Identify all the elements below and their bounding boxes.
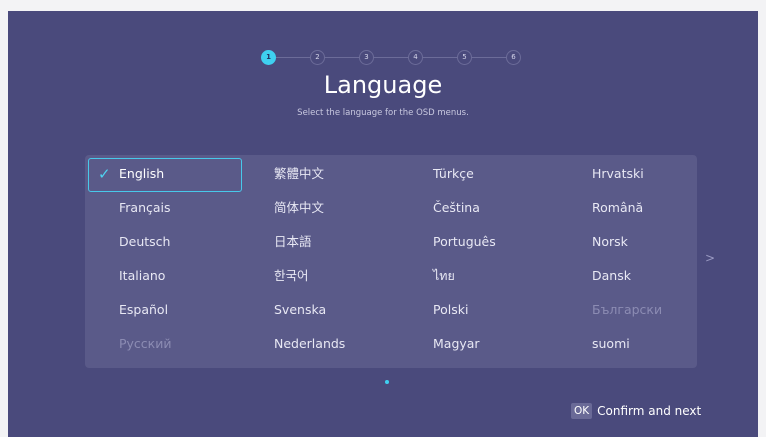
language-option-german[interactable]: Deutsch — [85, 225, 244, 259]
setup-stepper: 1 2 3 4 5 6 — [261, 49, 521, 65]
osd-screen: 1 2 3 4 5 6 Language Select the language… — [8, 11, 758, 437]
language-option-norwegian[interactable]: Norsk — [562, 225, 721, 259]
language-option-russian[interactable]: Русский — [85, 327, 244, 361]
language-option-swedish[interactable]: Svenska — [244, 293, 403, 327]
stepper-line — [269, 57, 513, 58]
step-1: 1 — [261, 49, 276, 65]
language-option-croatian[interactable]: Hrvatski — [562, 157, 721, 191]
language-option-danish[interactable]: Dansk — [562, 259, 721, 293]
chevron-right-icon[interactable]: > — [705, 251, 715, 265]
language-option-polish[interactable]: Polski — [403, 293, 562, 327]
language-option-japanese[interactable]: 日本語 — [244, 225, 403, 259]
language-option-hungarian[interactable]: Magyar — [403, 327, 562, 361]
step-4: 4 — [408, 49, 423, 65]
page-indicator-dot — [385, 380, 389, 384]
language-option-english[interactable]: ✓ English — [85, 157, 242, 192]
language-option-czech[interactable]: Čeština — [403, 191, 562, 225]
confirm-next-hint[interactable]: OK Confirm and next — [571, 403, 701, 419]
language-option-simplified-chinese[interactable]: 简体中文 — [244, 191, 403, 225]
language-option-thai[interactable]: ไทย — [403, 259, 562, 293]
language-panel: ✓ English 繁體中文 Türkçe Hrvatski Français … — [85, 155, 697, 368]
language-option-turkish[interactable]: Türkçe — [403, 157, 562, 191]
step-6: 6 — [506, 49, 521, 65]
language-label: English — [119, 166, 165, 181]
step-5: 5 — [457, 49, 472, 65]
language-option-bulgarian[interactable]: Български — [562, 293, 721, 327]
language-option-italian[interactable]: Italiano — [85, 259, 244, 293]
language-option-finnish[interactable]: suomi — [562, 327, 721, 361]
page-title: Language — [323, 71, 443, 99]
language-option-dutch[interactable]: Nederlands — [244, 327, 403, 361]
page-subtitle: Select the language for the OSD menus. — [297, 108, 469, 118]
confirm-label: Confirm and next — [597, 404, 702, 418]
ok-key-badge: OK — [571, 403, 593, 419]
language-option-romanian[interactable]: Română — [562, 191, 721, 225]
language-grid: ✓ English 繁體中文 Türkçe Hrvatski Français … — [85, 157, 721, 361]
step-3: 3 — [359, 49, 374, 65]
language-option-traditional-chinese[interactable]: 繁體中文 — [244, 157, 403, 191]
language-option-spanish[interactable]: Español — [85, 293, 244, 327]
selection-highlight — [88, 158, 242, 192]
checkmark-icon: ✓ — [98, 165, 111, 183]
language-option-french[interactable]: Français — [85, 191, 244, 225]
step-2: 2 — [310, 49, 325, 65]
language-option-portuguese[interactable]: Português — [403, 225, 562, 259]
language-option-korean[interactable]: 한국어 — [244, 259, 403, 293]
